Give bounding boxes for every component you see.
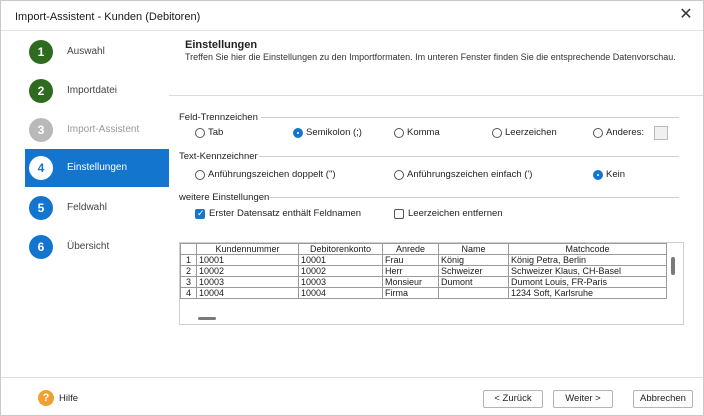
horizontal-scrollbar[interactable] — [198, 317, 216, 320]
back-button[interactable]: < Zurück — [483, 390, 543, 408]
table-cell: 10001 — [196, 254, 299, 266]
page-title: Einstellungen — [185, 39, 258, 51]
step-label: Auswahl — [67, 46, 105, 57]
radio-label: Leerzeichen — [505, 127, 557, 138]
radio-circle — [195, 128, 205, 138]
divider — [261, 117, 679, 118]
checkbox-label: Erster Datensatz enthält Feldnamen — [209, 208, 362, 219]
wizard-steps-sidebar: 1 Auswahl 2 Importdatei 3 Import-Assiste… — [25, 31, 169, 377]
table-row: 2 10002 10002 Herr Schweizer Schweizer K… — [180, 265, 667, 277]
table-cell: Dumont Louis, FR-Paris — [508, 276, 667, 288]
row-number: 4 — [180, 287, 197, 299]
close-icon[interactable]: ✕ — [677, 7, 695, 25]
table-cell: 10003 — [298, 276, 383, 288]
footer-bar: ? Hilfe < Zurück Weiter > Abbrechen — [1, 377, 703, 415]
radio-circle — [593, 170, 603, 180]
help-icon[interactable]: ? — [38, 390, 54, 406]
column-header: Name — [438, 243, 509, 255]
text-qualifier-group-label: Text-Kennzeichner — [179, 151, 258, 162]
step-number-badge: 5 — [29, 196, 53, 220]
table-cell: 10001 — [298, 254, 383, 266]
step-import-assistent: 3 Import-Assistent — [25, 111, 169, 149]
radio-circle — [593, 128, 603, 138]
step-auswahl[interactable]: 1 Auswahl — [25, 33, 169, 71]
more-settings-group-label: weitere Einstellungen — [179, 192, 270, 203]
step-label: Import-Assistent — [67, 124, 140, 135]
radio-label: Anführungszeichen einfach (') — [407, 169, 533, 180]
radio-label: Anderes: — [606, 127, 645, 138]
radio-label: Semikolon (;) — [306, 127, 362, 138]
divider — [269, 197, 679, 198]
separator-group-label: Feld-Trennzeichen — [179, 112, 258, 123]
row-number: 1 — [180, 254, 197, 266]
radio-circle — [394, 170, 404, 180]
settings-panel: Einstellungen Treffen Sie hier die Einst… — [169, 31, 703, 377]
step-number-badge: 4 — [29, 156, 53, 180]
step-number-badge: 2 — [29, 79, 53, 103]
table-cell: Dumont — [438, 276, 509, 288]
table-cell: Firma — [382, 287, 439, 299]
step-importdatei[interactable]: 2 Importdatei — [25, 72, 169, 110]
step-number-badge: 1 — [29, 40, 53, 64]
table-row: 1 10001 10001 Frau König König Petra, Be… — [180, 254, 667, 266]
help-label[interactable]: Hilfe — [59, 393, 78, 404]
table-cell: 10004 — [298, 287, 383, 299]
checkbox-box — [394, 209, 404, 219]
table-cell: 1234 Soft, Karlsruhe — [508, 287, 667, 299]
column-header — [180, 243, 197, 255]
header-divider — [169, 95, 703, 96]
window-title: Import-Assistent - Kunden (Debitoren) — [15, 11, 201, 23]
column-header: Matchcode — [508, 243, 667, 255]
table-cell: 10002 — [298, 265, 383, 277]
header-row: Kundennummer Debitorenkonto Anrede Name … — [180, 243, 667, 255]
step-einstellungen[interactable]: 4 Einstellungen — [25, 149, 169, 187]
data-preview-grid[interactable]: Kundennummer Debitorenkonto Anrede Name … — [179, 242, 684, 325]
table-row: 3 10003 10003 Monsieur Dumont Dumont Lou… — [180, 276, 667, 288]
radio-circle — [195, 170, 205, 180]
table-cell: Herr — [382, 265, 439, 277]
radio-circle — [293, 128, 303, 138]
step-feldwahl[interactable]: 5 Feldwahl — [25, 189, 169, 227]
table-cell: Monsieur — [382, 276, 439, 288]
column-header: Kundennummer — [196, 243, 299, 255]
radio-label: Komma — [407, 127, 440, 138]
step-uebersicht[interactable]: 6 Übersicht — [25, 228, 169, 266]
table-cell — [438, 287, 509, 299]
checkbox-label: Leerzeichen entfernen — [408, 208, 503, 219]
row-number: 2 — [180, 265, 197, 277]
table-cell: 10004 — [196, 287, 299, 299]
row-number: 3 — [180, 276, 197, 288]
step-label: Importdatei — [67, 85, 118, 96]
title-bar: Import-Assistent - Kunden (Debitoren) ✕ — [1, 1, 703, 31]
preview-table: Kundennummer Debitorenkonto Anrede Name … — [180, 243, 667, 299]
radio-label: Kein — [606, 169, 626, 180]
table-row: 4 10004 10004 Firma 1234 Soft, Karlsruhe — [180, 287, 667, 299]
step-label: Feldwahl — [67, 202, 108, 213]
table-cell: Frau — [382, 254, 439, 266]
import-wizard-window: Import-Assistent - Kunden (Debitoren) ✕ … — [0, 0, 704, 416]
column-header: Debitorenkonto — [298, 243, 383, 255]
step-label: Übersicht — [67, 241, 110, 252]
checkbox-box — [195, 208, 205, 219]
step-number-badge: 3 — [29, 118, 53, 142]
step-label: Einstellungen — [67, 162, 128, 173]
table-cell: 10003 — [196, 276, 299, 288]
radio-circle — [492, 128, 502, 138]
next-button[interactable]: Weiter > — [553, 390, 613, 408]
page-description: Treffen Sie hier die Einstellungen zu de… — [185, 52, 676, 62]
column-header: Anrede — [382, 243, 439, 255]
radio-label: Anführungszeichen doppelt (") — [208, 169, 336, 180]
table-cell: König — [438, 254, 509, 266]
table-cell: Schweizer Klaus, CH-Basel — [508, 265, 667, 277]
radio-circle — [394, 128, 404, 138]
step-number-badge: 6 — [29, 235, 53, 259]
table-cell: 10002 — [196, 265, 299, 277]
radio-label: Tab — [208, 127, 224, 138]
other-separator-input[interactable] — [654, 126, 668, 140]
cancel-button[interactable]: Abbrechen — [633, 390, 693, 408]
table-cell: König Petra, Berlin — [508, 254, 667, 266]
table-cell: Schweizer — [438, 265, 509, 277]
divider — [259, 156, 679, 157]
vertical-scrollbar[interactable] — [671, 257, 675, 275]
